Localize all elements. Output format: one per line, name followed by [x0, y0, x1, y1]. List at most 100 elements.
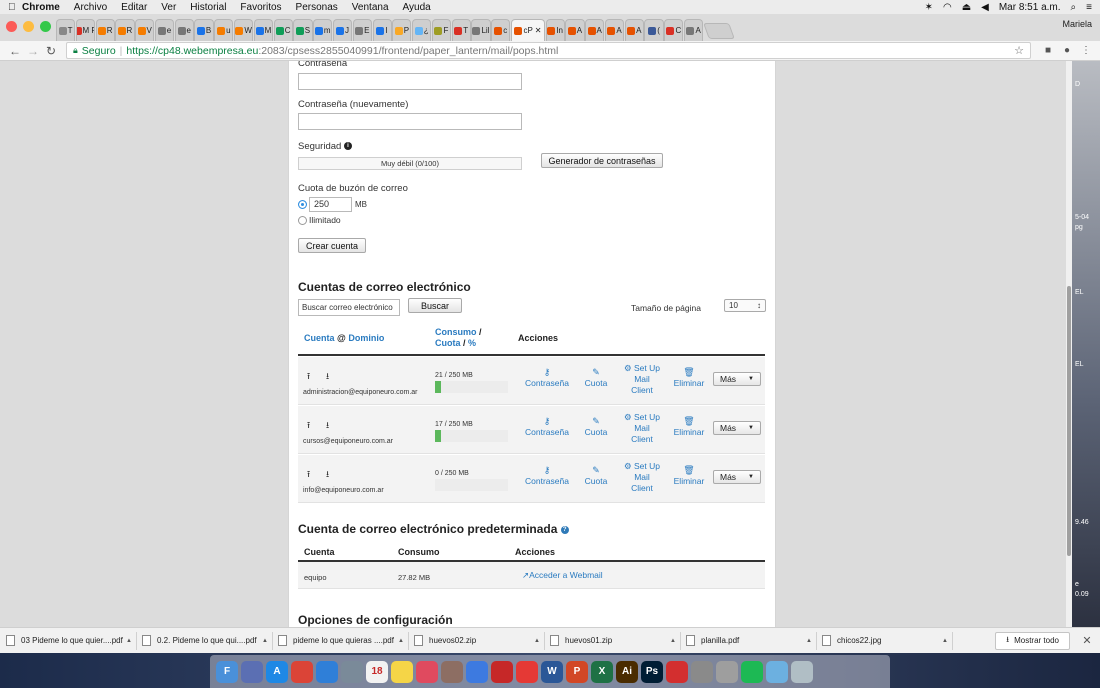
more-dropdown-button[interactable]: Más ▼ [713, 372, 761, 386]
chevron-up-icon[interactable]: ▲ [942, 638, 948, 644]
clock[interactable]: Mar 8:51 a.m. [999, 2, 1061, 13]
sort-quota-link[interactable]: Cuota [435, 338, 461, 348]
browser-tab[interactable]: R [95, 19, 115, 41]
dock-app-icon[interactable]: 18 [366, 660, 388, 683]
wifi-icon[interactable]: ◠ [943, 2, 952, 13]
more-dropdown-button[interactable]: Más ▼ [713, 470, 761, 484]
forward-icon[interactable]: → [24, 44, 42, 58]
minimize-window-icon[interactable] [23, 21, 34, 32]
download-item[interactable]: pideme lo que quieras ....pdf ▲ [278, 631, 409, 650]
download-icon[interactable]: ⭳ [326, 418, 329, 434]
dock-app-icon[interactable] [316, 660, 338, 683]
browser-tab[interactable]: c [491, 19, 511, 41]
browser-tab[interactable]: V [135, 19, 155, 41]
download-item[interactable]: planilla.pdf ▲ [686, 631, 817, 650]
browser-tab[interactable]: Lil [471, 19, 491, 41]
close-window-icon[interactable] [6, 21, 17, 32]
dock-app-icon[interactable] [341, 660, 363, 683]
reload-icon[interactable]: ↻ [42, 44, 60, 58]
chevron-up-icon[interactable]: ▲ [126, 638, 132, 644]
download-icon[interactable]: ⭳ [326, 467, 329, 483]
eject-icon[interactable]: ⏏ [962, 2, 971, 13]
menu-favoritos[interactable]: Favoritos [240, 2, 281, 13]
dock-app-icon[interactable]: P [566, 660, 588, 683]
browser-tab[interactable]: W [234, 19, 254, 41]
delete-account-action[interactable]: 🗑︎ Eliminar [671, 416, 707, 438]
bluetooth-icon[interactable]: ✶ [925, 2, 933, 13]
search-button[interactable]: Buscar [408, 298, 462, 313]
new-tab-button[interactable] [702, 23, 735, 39]
dock-app-icon[interactable] [466, 660, 488, 683]
menu-ventana[interactable]: Ventana [352, 2, 389, 13]
dock-app-icon[interactable] [291, 660, 313, 683]
more-dropdown-button[interactable]: Más ▼ [713, 421, 761, 435]
upload-icon[interactable]: ⭱ [307, 418, 310, 434]
upload-icon[interactable]: ⭱ [307, 467, 310, 483]
browser-tab[interactable]: ¿ [412, 19, 432, 41]
menu-list-icon[interactable]: ≡ [1086, 2, 1092, 13]
browser-tab[interactable]: A [565, 19, 585, 41]
delete-account-action[interactable]: 🗑︎ Eliminar [671, 367, 707, 389]
chevron-up-icon[interactable]: ▲ [806, 638, 812, 644]
menu-historial[interactable]: Historial [190, 2, 226, 13]
sort-domain-link[interactable]: Dominio [348, 333, 384, 343]
delete-account-action[interactable]: 🗑︎ Eliminar [671, 465, 707, 487]
apple-icon[interactable]:  [8, 2, 22, 13]
volume-icon[interactable]: ◀ [981, 2, 989, 13]
bookmark-star-icon[interactable]: ☆ [1014, 44, 1024, 57]
browser-tab[interactable]: A [684, 19, 704, 41]
sort-percent-link[interactable]: % [468, 338, 476, 348]
quota-action[interactable]: ✎ Cuota [581, 416, 611, 438]
back-icon[interactable]: ← [6, 44, 24, 58]
dock-app-icon[interactable]: F [216, 660, 238, 683]
change-password-action[interactable]: ⚷ Contraseña [525, 367, 569, 389]
dock-app-icon[interactable]: Ai [616, 660, 638, 683]
menu-personas[interactable]: Personas [296, 2, 338, 13]
quota-radio-limited[interactable] [298, 200, 307, 209]
dock-app-icon[interactable] [741, 660, 763, 683]
search-input[interactable]: Buscar correo electrónico [298, 299, 400, 316]
download-item[interactable]: huevos02.zip ▲ [414, 631, 545, 650]
browser-tab[interactable]: C [273, 19, 293, 41]
show-all-downloads-button[interactable]: ⭳ Mostrar todo [995, 631, 1070, 650]
quota-input[interactable]: 250 [309, 197, 352, 212]
download-item[interactable]: 03 Pideme lo que quier....pdf ▲ [6, 631, 137, 650]
dock-app-icon[interactable] [691, 660, 713, 683]
menu-ver[interactable]: Ver [161, 2, 176, 13]
dock-app-icon[interactable]: Ps [641, 660, 663, 683]
dock-app-icon[interactable] [516, 660, 538, 683]
dock-app-icon[interactable] [791, 660, 813, 683]
setup-mail-client-action[interactable]: ⚙ Set Up Mail Client [619, 363, 665, 396]
dock-app-icon[interactable] [391, 660, 413, 683]
dock-app-icon[interactable] [666, 660, 688, 683]
maximize-window-icon[interactable] [40, 21, 51, 32]
chevron-up-icon[interactable]: ▲ [262, 638, 268, 644]
menu-archivo[interactable]: Archivo [74, 2, 107, 13]
page-size-select[interactable]: 10 ↕ [724, 299, 766, 312]
browser-tab[interactable]: M R [75, 19, 95, 41]
browser-tab[interactable]: e [154, 19, 175, 41]
scrollbar-thumb[interactable] [1067, 286, 1071, 556]
address-bar[interactable]: 🔒︎ Seguro | https://cp48.webempresa.eu :… [66, 42, 1031, 59]
password-generator-button[interactable]: Generador de contraseñas [541, 153, 663, 168]
browser-tab[interactable]: A [604, 19, 625, 41]
download-item[interactable]: chicos22.jpg ▲ [822, 631, 953, 650]
browser-tab[interactable]: u [214, 19, 234, 41]
dock-app-icon[interactable]: X [591, 660, 613, 683]
menu-editar[interactable]: Editar [121, 2, 147, 13]
profile-name[interactable]: Mariela [1062, 19, 1092, 29]
chevron-up-icon[interactable]: ▲ [670, 638, 676, 644]
browser-tab[interactable]: B [194, 19, 214, 41]
download-icon[interactable]: ⭳ [326, 369, 329, 385]
browser-tab[interactable]: T [451, 19, 471, 41]
change-password-action[interactable]: ⚷ Contraseña [525, 416, 569, 438]
chevron-up-icon[interactable]: ▲ [398, 638, 404, 644]
browser-tab[interactable]: m [313, 19, 333, 41]
browser-tab[interactable]: T [56, 19, 76, 41]
setup-mail-client-action[interactable]: ⚙ Set Up Mail Client [619, 412, 665, 445]
sort-usage-link[interactable]: Consumo [435, 327, 477, 337]
browser-tab[interactable]: A [585, 19, 605, 41]
quota-radio-unlimited[interactable] [298, 216, 307, 225]
dock-app-icon[interactable] [766, 660, 788, 683]
browser-tab[interactable]: e [174, 19, 194, 41]
